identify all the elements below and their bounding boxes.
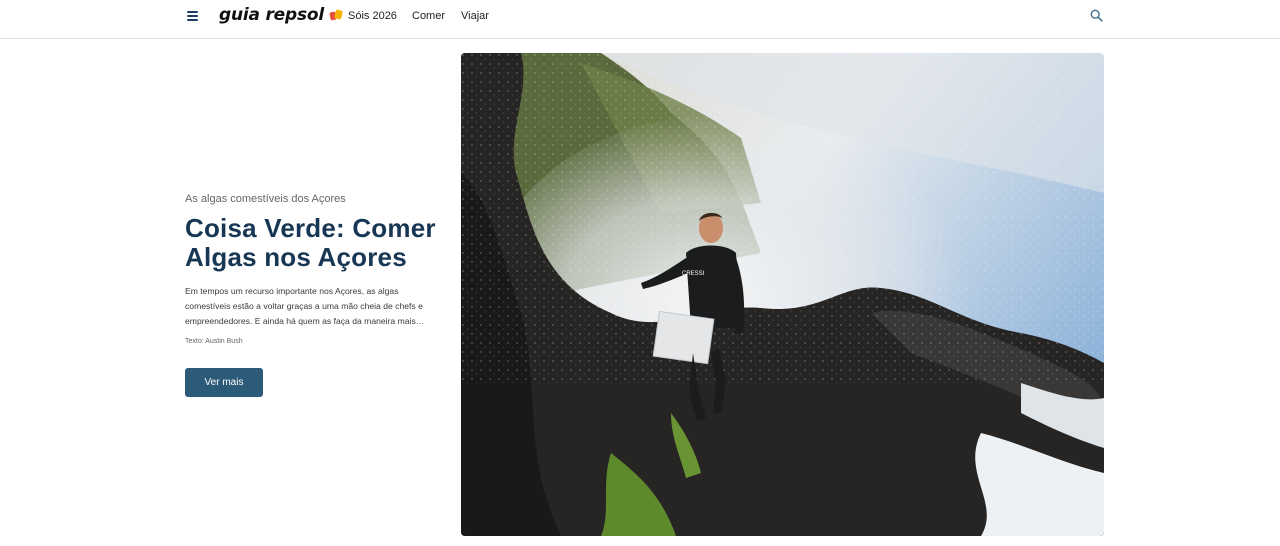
- article-eyebrow: As algas comestíveis dos Açores: [185, 193, 346, 205]
- hamburger-menu-icon[interactable]: [183, 7, 203, 25]
- nav-label-comer: Comer: [412, 9, 446, 22]
- sun-icon: [329, 9, 343, 21]
- nav-item-sois-2026[interactable]: Sóis 2026: [329, 0, 397, 31]
- nav-item-viajar[interactable]: Viajar: [461, 0, 489, 31]
- article-hero-image[interactable]: CRESSI: [461, 53, 1104, 536]
- article-title[interactable]: Coisa Verde: Comer Algas nos Açores: [185, 214, 445, 272]
- guia-repsol-logo[interactable]: guia repsol: [219, 3, 324, 27]
- search-icon[interactable]: [1090, 9, 1103, 22]
- article-description: Em tempos um recurso importante nos Açor…: [185, 286, 423, 326]
- article-author: Texto: Austin Bush: [185, 338, 243, 345]
- nav-item-comer[interactable]: Comer: [412, 0, 445, 31]
- wetsuit-brand-text: CRESSI: [682, 271, 705, 277]
- site-header: guia repsol Sóis 2026 Comer Viajar: [0, 0, 1280, 39]
- nav-label-viajar: Viajar: [461, 9, 489, 22]
- ver-mais-button[interactable]: Ver mais: [185, 368, 263, 397]
- nav-label-sois: Sóis 2026: [348, 9, 397, 22]
